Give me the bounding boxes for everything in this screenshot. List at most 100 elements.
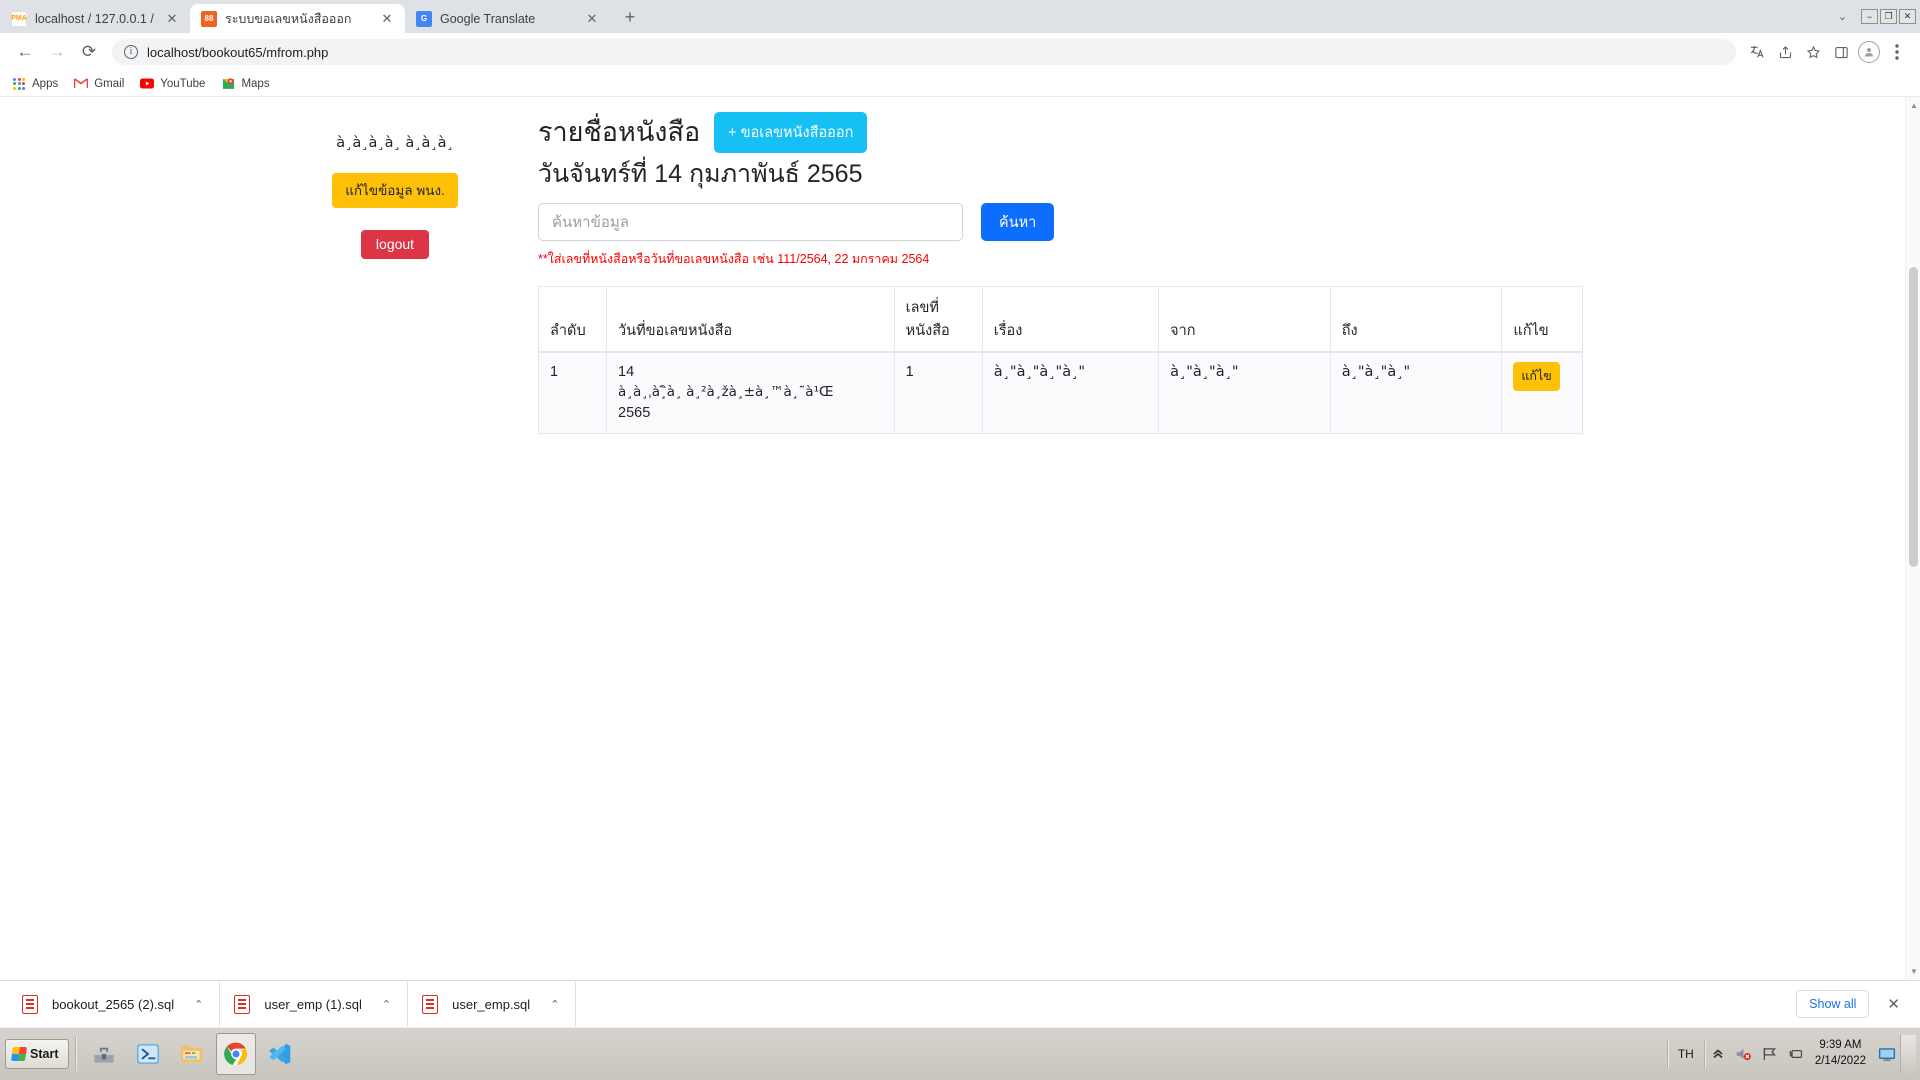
browser-tab-title: localhost / 127.0.0.1 / mmtc_bookou	[35, 11, 156, 26]
scroll-down-arrow-icon[interactable]: ▼	[1910, 967, 1918, 976]
gmail-icon	[74, 77, 89, 91]
close-icon[interactable]: ✕	[164, 11, 180, 27]
bookmark-label: Gmail	[94, 77, 125, 90]
edit-employee-button[interactable]: แก้ไขข้อมูล พนง.	[332, 173, 458, 208]
bookmark-label: Apps	[32, 77, 59, 90]
toolbox-app-icon[interactable]	[84, 1033, 124, 1075]
side-panel-icon[interactable]	[1828, 39, 1854, 65]
page-header-row: รายชื่อหนังสือ + ขอเลขหนังสือออก	[538, 97, 1598, 153]
cell-date: 14 à¸à¸ˌà¸ิà¸ à¸²à¸žà¸±à¸™à¸˜à¹Œ 2565	[606, 351, 895, 434]
address-bar[interactable]: i localhost/bookout65/mfrom.php	[112, 39, 1736, 65]
table-body: 1 14 à¸à¸ˌà¸ิà¸ à¸²à¸žà¸±à¸™à¸˜à¹Œ 2565 …	[537, 351, 1583, 434]
bookmark-label: YouTube	[160, 77, 206, 90]
forward-arrow-icon[interactable]: →	[42, 37, 72, 67]
tab-search-chevron-down-icon[interactable]: ⌄	[1826, 10, 1859, 23]
action-center-icon[interactable]	[1783, 1040, 1809, 1068]
close-icon[interactable]: ✕	[584, 11, 600, 27]
display-monitor-icon[interactable]	[1874, 1040, 1900, 1068]
bookmark-star-icon[interactable]	[1800, 39, 1826, 65]
chrome-menu-icon[interactable]	[1884, 39, 1910, 65]
downloads-bar: bookout_2565 (2).sql ⌃ user_emp (1).sql …	[0, 980, 1920, 1028]
column-header-subject: เรื่อง	[981, 286, 1160, 354]
search-row: ค้นหา	[538, 203, 1598, 242]
show-hidden-icons-chevron-up-icon[interactable]	[1705, 1040, 1731, 1068]
window-close-button[interactable]: ✕	[1899, 9, 1916, 24]
scroll-up-arrow-icon[interactable]: ▲	[1910, 101, 1918, 110]
powershell-app-icon[interactable]	[128, 1033, 168, 1075]
show-desktop-button[interactable]	[1900, 1035, 1916, 1073]
network-flag-icon[interactable]	[1757, 1040, 1783, 1068]
browser-tab-title: Google Translate	[440, 11, 536, 26]
profile-avatar-icon[interactable]	[1856, 39, 1882, 65]
start-button[interactable]: Start	[5, 1039, 70, 1069]
window-maximize-button[interactable]: ❐	[1880, 9, 1897, 24]
apps-grid-icon	[12, 77, 26, 91]
bookmark-maps[interactable]: Maps	[221, 77, 270, 91]
chevron-up-icon[interactable]: ⌃	[550, 998, 559, 1011]
clock-date: 2/14/2022	[1814, 1055, 1866, 1067]
browser-toolbar: ← → ⟳ i localhost/bookout65/mfrom.php	[0, 33, 1920, 71]
column-header-edit: แก้ไข	[1501, 286, 1583, 354]
app-favicon-icon: 88	[201, 10, 217, 27]
search-input[interactable]	[538, 203, 963, 242]
show-all-downloads-button[interactable]: Show all	[1796, 990, 1870, 1018]
taskbar-clock[interactable]: 9:39 AM 2/14/2022	[1809, 1038, 1874, 1069]
request-book-number-button[interactable]: + ขอเลขหนังสือออก	[714, 112, 868, 153]
search-button[interactable]: ค้นหา	[981, 203, 1055, 242]
share-icon[interactable]	[1772, 39, 1798, 65]
sql-file-icon	[422, 994, 439, 1014]
avatar	[1858, 41, 1880, 63]
windows-taskbar: Start TH 9:39 AM 2/14/2022	[0, 1027, 1920, 1080]
bookmark-gmail[interactable]: Gmail	[74, 77, 124, 91]
volume-muted-icon[interactable]	[1731, 1040, 1757, 1068]
visual-studio-code-app-icon[interactable]	[260, 1033, 300, 1075]
download-item-1[interactable]: bookout_2565 (2).sql ⌃	[8, 980, 221, 1028]
browser-tab-strip: PMA localhost / 127.0.0.1 / mmtc_bookou …	[0, 0, 1920, 33]
tray-language-indicator[interactable]: TH	[1668, 1047, 1704, 1061]
download-file-name: user_emp.sql	[452, 996, 531, 1012]
download-file-name: bookout_2565 (2).sql	[52, 996, 175, 1012]
sql-file-icon	[234, 994, 251, 1014]
translate-icon[interactable]	[1744, 39, 1770, 65]
back-arrow-icon[interactable]: ←	[10, 37, 40, 67]
column-header-to: ถึง	[1329, 286, 1503, 354]
reload-icon[interactable]: ⟳	[74, 37, 104, 67]
browser-tab-1[interactable]: PMA localhost / 127.0.0.1 / mmtc_bookou …	[0, 4, 190, 33]
browser-tab-title: ระบบขอเลขหนังสือออก	[225, 11, 352, 26]
row-edit-button[interactable]: แก้ไข	[1513, 362, 1560, 392]
cell-subject: à¸"à¸"à¸"à¸"	[981, 351, 1160, 434]
book-list-table: ลำดับ วันที่ขอเลขหนังสือ เลขที่ หนังสือ …	[537, 286, 1583, 434]
close-icon[interactable]: ✕	[1881, 995, 1906, 1013]
table-header-row: ลำดับ วันที่ขอเลขหนังสือ เลขที่ หนังสือ …	[537, 286, 1583, 354]
site-info-icon[interactable]: i	[124, 45, 138, 59]
bookmark-apps[interactable]: Apps	[12, 77, 58, 91]
user-name-text: à¸à¸à¸à¸ à¸à¸à¸	[336, 135, 454, 151]
main-content: รายชื่อหนังสือ + ขอเลขหนังสือออก วันจันท…	[537, 97, 1598, 434]
google-chrome-app-icon[interactable]	[216, 1033, 257, 1075]
tabstrip-right-controls: ⌄ − ❐ ✕	[1826, 0, 1920, 33]
new-tab-button[interactable]: +	[616, 3, 644, 31]
bookmarks-bar: Apps Gmail YouTube Maps	[0, 71, 1920, 97]
scrollbar-thumb[interactable]	[1909, 267, 1918, 567]
taskbar-divider	[75, 1037, 77, 1071]
youtube-icon	[140, 77, 155, 91]
page-scrollbar[interactable]: ▲ ▼	[1905, 97, 1920, 980]
download-item-2[interactable]: user_emp (1).sql ⌃	[220, 980, 409, 1028]
download-item-3[interactable]: user_emp.sql ⌃	[408, 980, 577, 1028]
browser-tab-2[interactable]: 88 ระบบขอเลขหนังสือออก ✕	[190, 4, 405, 33]
close-icon[interactable]: ✕	[379, 11, 395, 27]
logout-button[interactable]: logout	[360, 230, 430, 259]
window-minimize-button[interactable]: −	[1861, 9, 1878, 24]
start-button-label: Start	[30, 1047, 59, 1061]
column-header-book-number-line1: เลขที่	[905, 300, 939, 317]
browser-tab-3[interactable]: G Google Translate ✕	[405, 4, 610, 33]
chevron-up-icon[interactable]: ⌃	[382, 998, 391, 1011]
chevron-up-icon[interactable]: ⌃	[194, 998, 203, 1011]
bookmark-label: Maps	[241, 77, 270, 90]
column-header-book-number: เลขที่ หนังสือ	[893, 286, 983, 354]
cell-from: à¸"à¸"à¸"	[1158, 351, 1331, 434]
bookmark-youtube[interactable]: YouTube	[140, 77, 205, 91]
windows-logo-icon	[11, 1047, 27, 1061]
file-explorer-app-icon[interactable]	[172, 1033, 212, 1075]
column-header-book-number-line2: หนังสือ	[905, 323, 950, 340]
